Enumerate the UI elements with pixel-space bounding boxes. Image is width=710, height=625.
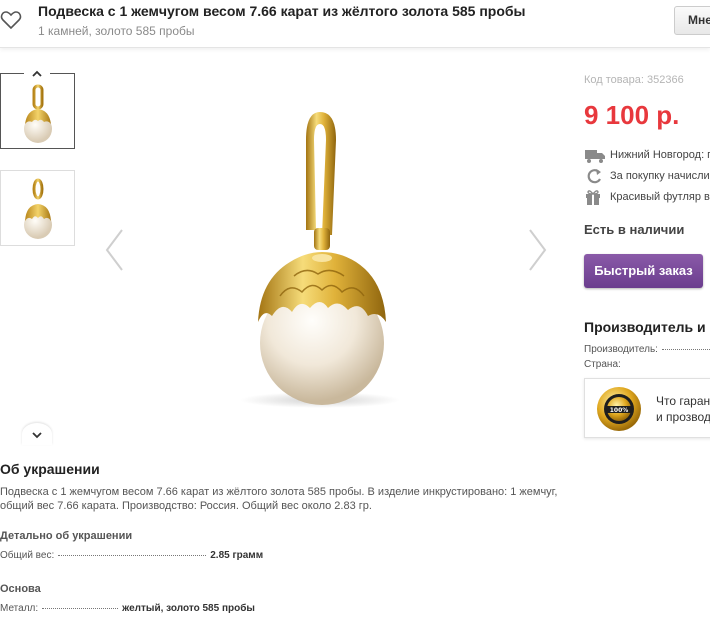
gift-icon	[586, 190, 600, 205]
chevron-left-icon[interactable]	[104, 228, 124, 272]
pendant-thumbnail-image	[24, 178, 52, 239]
page-subtitle: 1 камней, золото 585 пробы	[38, 24, 195, 38]
manufacturer-label: Производитель:	[584, 344, 658, 355]
base-title: Основа	[0, 583, 41, 595]
spec-label: Общий вес:	[0, 550, 55, 561]
thumbnail-2[interactable]	[0, 170, 75, 246]
chevron-up-icon	[32, 70, 42, 77]
feature-text: Нижний Новгород: г	[610, 149, 710, 161]
guarantee-line: Что гаран	[656, 394, 710, 408]
refresh-icon	[587, 169, 601, 184]
details-title: Детально об украшении	[0, 530, 133, 542]
product-header: Подвеска с 1 жемчугом весом 7.66 карат и…	[0, 0, 710, 48]
feature-text: За покупку начисли	[610, 170, 710, 182]
pendant-thumbnail-image	[24, 84, 52, 143]
about-description: Подвеска с 1 жемчугом весом 7.66 карат и…	[0, 486, 558, 512]
manufacturer-row: Производитель:	[584, 344, 710, 355]
spec-value: 2.85 грамм	[210, 550, 264, 561]
thumbnails-scroll-up[interactable]	[24, 64, 50, 82]
spec-value: желтый, золото 585 пробы	[122, 603, 255, 614]
svg-text:100%: 100%	[610, 407, 629, 414]
about-title: Об украшении	[0, 461, 100, 477]
chevron-down-icon	[32, 432, 42, 439]
thumbnail-1[interactable]	[0, 73, 75, 149]
heart-icon[interactable]	[0, 10, 22, 30]
guarantee-text: Что гаран и прозвод	[656, 393, 710, 425]
stock-status: Есть в наличии	[584, 222, 685, 237]
feature-text: Красивый футляр в	[610, 191, 710, 203]
manufacturer-title: Производитель и	[584, 319, 706, 335]
header-action-button[interactable]: Мне	[674, 6, 710, 35]
country-row: Страна:	[584, 359, 710, 370]
product-price: 9 100 р.	[584, 100, 680, 130]
guarantee-line: и прозвод	[656, 410, 710, 424]
spec-metal: Металл: желтый, золото 585 пробы	[0, 603, 255, 614]
country-label: Страна:	[584, 359, 621, 370]
product-sku: Код товара: 352366	[584, 74, 684, 86]
thumbnails-scroll-down[interactable]	[22, 423, 52, 445]
page-title: Подвеска с 1 жемчугом весом 7.66 карат и…	[38, 3, 526, 19]
truck-icon	[585, 150, 605, 163]
guarantee-seal-icon: 100%	[597, 387, 641, 431]
product-main-image	[240, 112, 400, 408]
quick-order-button[interactable]: Быстрый заказ	[584, 254, 703, 288]
spec-weight: Общий вес: 2.85 грамм	[0, 550, 263, 561]
spec-label: Металл:	[0, 603, 39, 614]
guarantee-box[interactable]: 100% Что гаран и прозвод	[584, 378, 710, 438]
chevron-right-icon[interactable]	[528, 228, 548, 272]
